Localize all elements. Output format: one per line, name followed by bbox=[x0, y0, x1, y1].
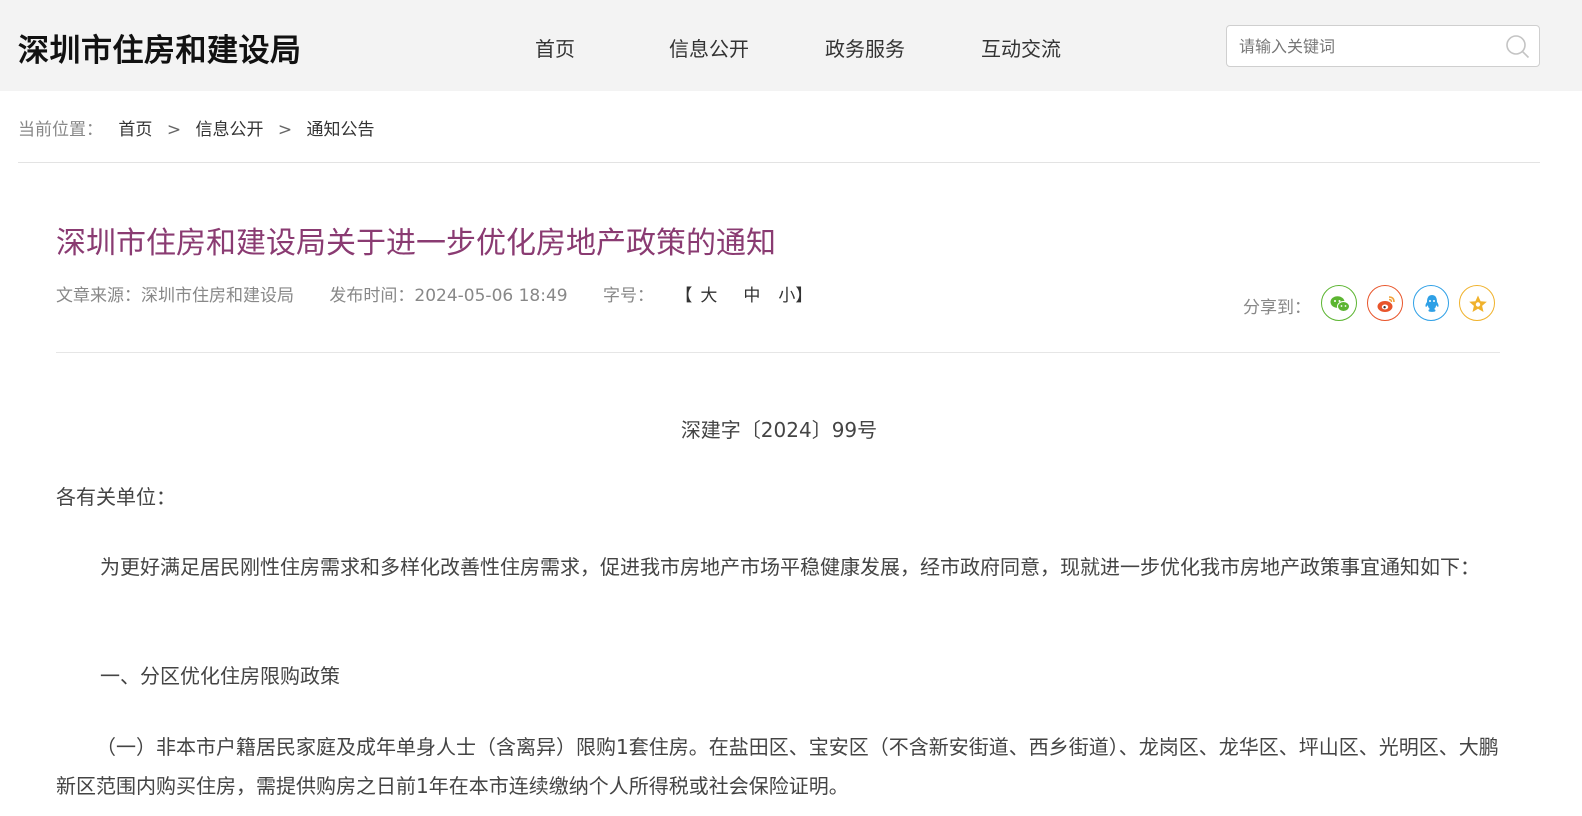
publish-time: 发布时间：2024-05-06 18:49 bbox=[329, 286, 567, 306]
nav-item-info-disclosure[interactable]: 信息公开 bbox=[669, 33, 749, 62]
article-meta: 文章来源：深圳市住房和建设局 发布时间：2024-05-06 18:49 字号：… bbox=[56, 281, 812, 306]
breadcrumb-separator: > bbox=[166, 120, 182, 140]
search-input[interactable] bbox=[1239, 34, 1489, 58]
nav-item-gov-services[interactable]: 政务服务 bbox=[825, 33, 905, 62]
article-greeting: 各有关单位： bbox=[56, 485, 176, 509]
nav-item-interaction[interactable]: 互动交流 bbox=[981, 33, 1061, 62]
nav-item-home[interactable]: 首页 bbox=[535, 33, 575, 62]
breadcrumb-info-disclosure[interactable]: 信息公开 bbox=[195, 120, 263, 140]
font-size-small-button[interactable]: 小 bbox=[778, 286, 795, 306]
publish-time-value: 2024-05-06 18:49 bbox=[414, 286, 568, 306]
site-logo[interactable]: 深圳市住房和建设局 bbox=[18, 25, 302, 70]
publish-time-label: 发布时间： bbox=[329, 286, 415, 306]
share-weibo-button[interactable] bbox=[1367, 285, 1403, 321]
font-size-medium-button[interactable]: 中 bbox=[743, 286, 760, 306]
wechat-icon bbox=[1330, 296, 1350, 312]
search-icon[interactable] bbox=[1505, 34, 1531, 60]
source-info: 文章来源：深圳市住房和建设局 bbox=[56, 286, 294, 306]
breadcrumb: 当前位置： 首页 > 信息公开 > 通知公告 bbox=[18, 115, 375, 140]
article-title: 深圳市住房和建设局关于进一步优化房地产政策的通知 bbox=[56, 226, 776, 261]
article-paragraph: （一）非本市户籍居民家庭及成年单身人士（含离异）限购1套住房。在盐田区、宝安区（… bbox=[56, 735, 1499, 798]
article-section-heading: 一、分区优化住房限购政策 bbox=[100, 664, 340, 688]
source-value: 深圳市住房和建设局 bbox=[141, 286, 294, 306]
share-wechat-button[interactable] bbox=[1321, 285, 1357, 321]
font-size-label: 字号： bbox=[603, 286, 655, 306]
article-divider bbox=[56, 352, 1500, 353]
font-size-large-button[interactable]: 大 bbox=[700, 286, 717, 306]
star-icon bbox=[1469, 295, 1487, 312]
share-qq-button[interactable] bbox=[1413, 285, 1449, 321]
breadcrumb-notices[interactable]: 通知公告 bbox=[307, 120, 375, 140]
breadcrumb-divider bbox=[18, 162, 1540, 163]
qq-icon bbox=[1425, 295, 1439, 312]
article-paragraph: 为更好满足居民刚性住房需求和多样化改善性住房需求，促进我市房地产市场平稳健康发展… bbox=[100, 555, 1480, 579]
header: 深圳市住房和建设局 首页 信息公开 政务服务 互动交流 bbox=[0, 0, 1582, 91]
share-label: 分享到： bbox=[1243, 298, 1311, 318]
search-box bbox=[1226, 25, 1540, 67]
breadcrumb-label: 当前位置： bbox=[18, 120, 103, 140]
weibo-icon bbox=[1377, 296, 1395, 312]
breadcrumb-home[interactable]: 首页 bbox=[118, 120, 152, 140]
bracket-open: 【 bbox=[675, 286, 693, 306]
bracket-close: 】 bbox=[795, 286, 813, 306]
favorite-button[interactable] bbox=[1459, 285, 1495, 321]
breadcrumb-separator: > bbox=[277, 120, 293, 140]
source-label: 文章来源： bbox=[56, 286, 141, 306]
document-number: 深建字〔2024〕99号 bbox=[680, 418, 878, 442]
font-size-control: 字号： 【大 中小】 bbox=[603, 286, 812, 306]
